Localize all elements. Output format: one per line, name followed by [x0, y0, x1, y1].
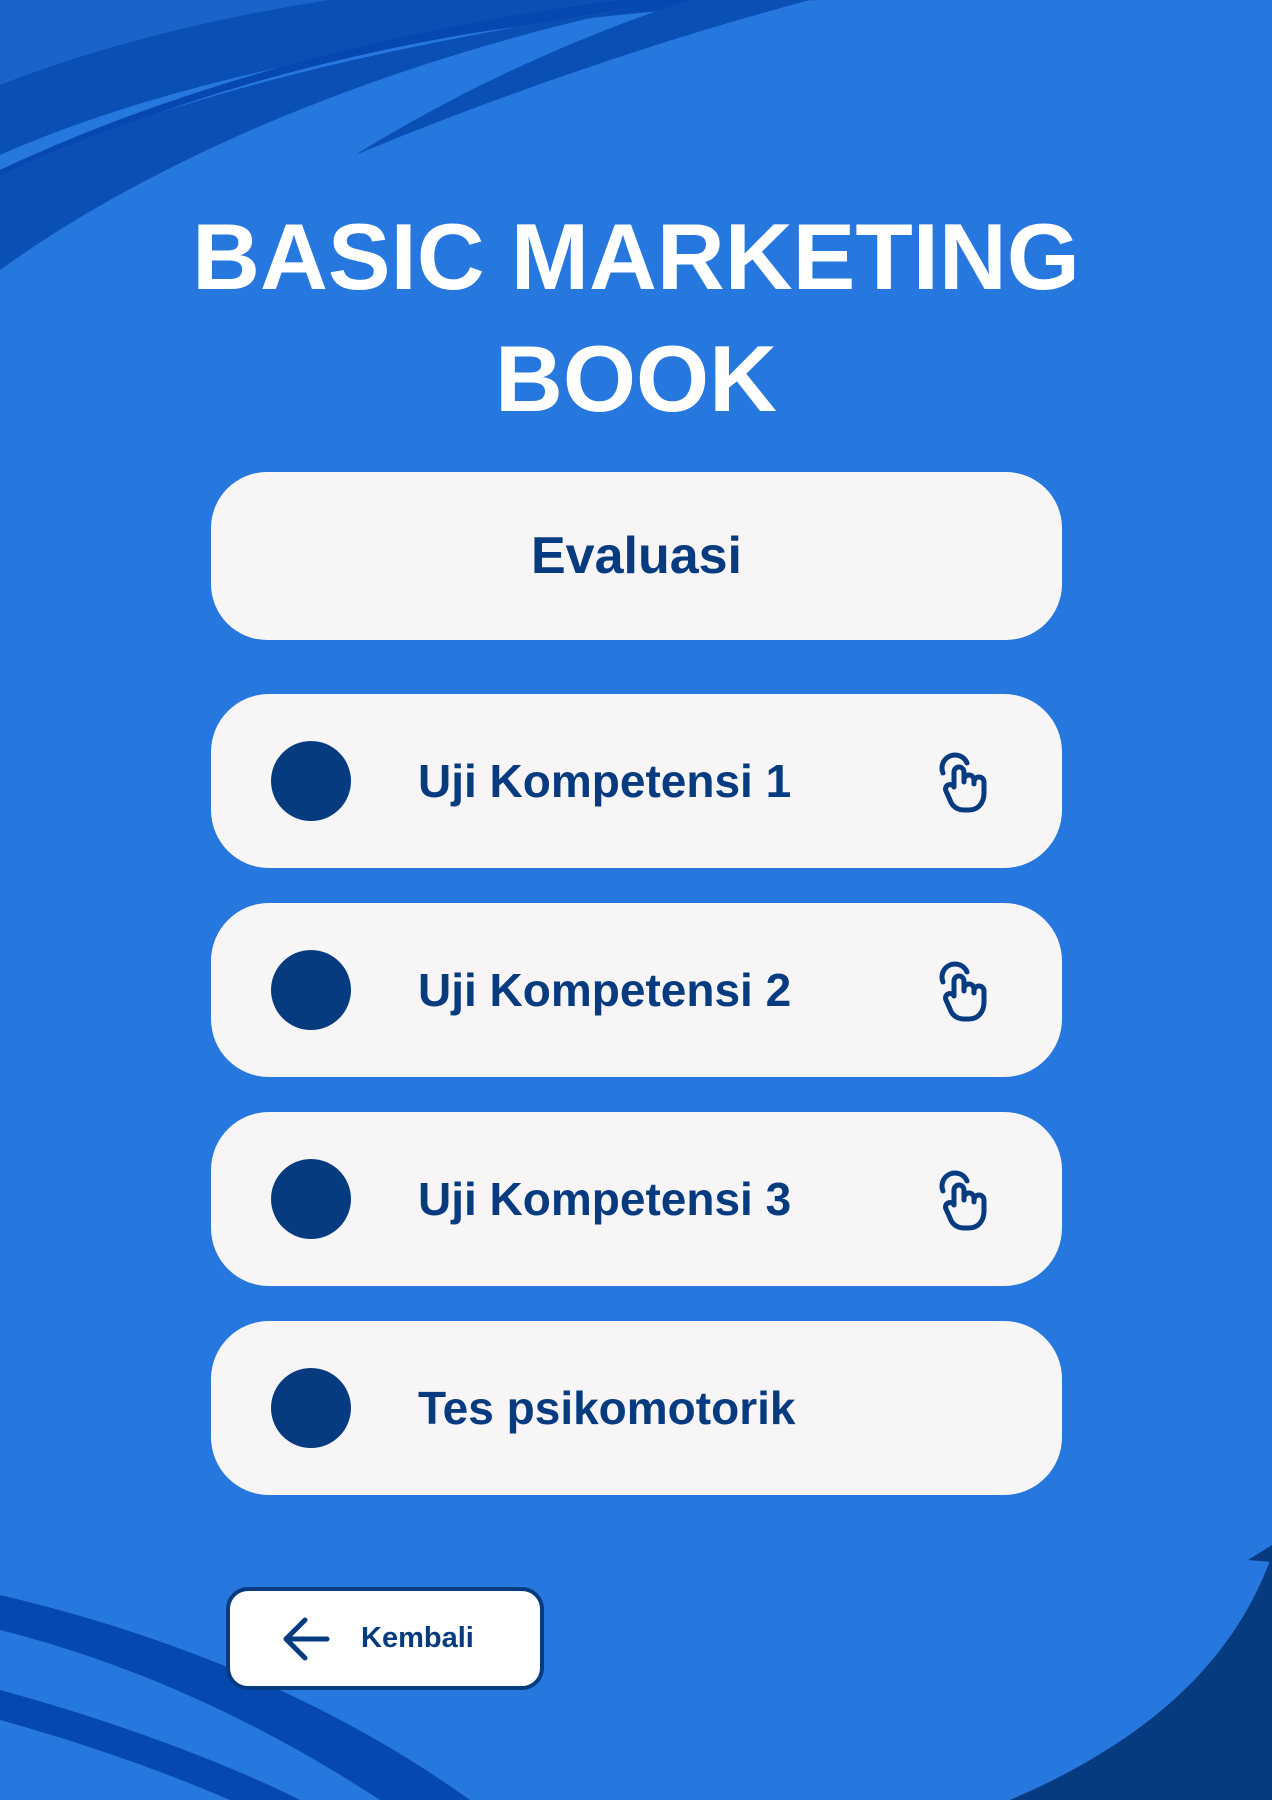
menu-item-uji-kompetensi-2[interactable]: Uji Kompetensi 2 — [211, 903, 1062, 1077]
back-button-label: Kembali — [361, 1622, 474, 1654]
menu-item-label: Uji Kompetensi 3 — [418, 1173, 792, 1225]
section-header-label: Evaluasi — [530, 527, 743, 585]
menu-item-label: Uji Kompetensi 1 — [418, 755, 792, 807]
page-title: BASIC MARKETING BOOK — [136, 196, 1136, 440]
arrow-left-icon — [283, 1617, 330, 1661]
menu-item-tes-psikomotorik[interactable]: Tes psikomotorik — [211, 1321, 1062, 1495]
tap-hand-icon — [939, 752, 987, 813]
tap-hand-icon — [939, 1170, 987, 1231]
tap-hand-icon — [939, 961, 987, 1022]
bullet-dot-icon — [271, 950, 351, 1030]
menu-item-uji-kompetensi-3[interactable]: Uji Kompetensi 3 — [211, 1112, 1062, 1286]
menu-item-label: Tes psikomotorik — [418, 1382, 796, 1434]
bullet-dot-icon — [271, 741, 351, 821]
menu-item-label: Uji Kompetensi 2 — [418, 964, 792, 1016]
bullet-dot-icon — [271, 1368, 351, 1448]
menu-item-uji-kompetensi-1[interactable]: Uji Kompetensi 1 — [211, 694, 1062, 868]
section-header-card: Evaluasi — [211, 472, 1062, 640]
back-button[interactable]: Kembali — [226, 1587, 544, 1690]
page-title-line-2: BOOK — [495, 326, 777, 431]
bullet-dot-icon — [271, 1159, 351, 1239]
page-title-line-1: BASIC MARKETING — [192, 204, 1080, 309]
